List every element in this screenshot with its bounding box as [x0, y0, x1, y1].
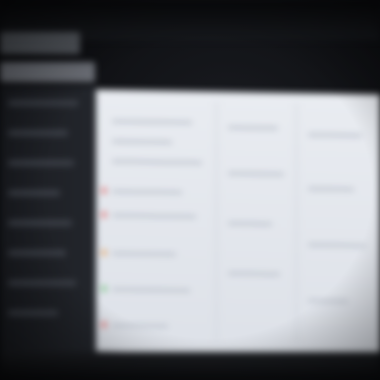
column-divider: [216, 101, 217, 342]
sidebar-item[interactable]: [8, 160, 74, 166]
toolbar[interactable]: [0, 62, 95, 82]
sidebar-item[interactable]: [8, 220, 72, 226]
content-column: [96, 100, 217, 342]
text-line: [228, 125, 278, 130]
text-line: [112, 119, 192, 125]
text-line: [308, 243, 366, 248]
sidebar-item[interactable]: [8, 280, 76, 286]
blurred-monitor-view: [0, 0, 380, 380]
text-line: [112, 323, 168, 328]
text-line: [112, 213, 196, 219]
text-line: [112, 251, 176, 256]
row-marker: [102, 187, 106, 194]
row-marker: [102, 321, 106, 328]
text-line: [112, 189, 182, 195]
content-column: [222, 102, 297, 344]
text-line: [308, 187, 354, 192]
text-line: [308, 299, 348, 303]
sidebar-item[interactable]: [8, 190, 60, 196]
window-title-bar: [0, 32, 80, 54]
sidebar-item[interactable]: [8, 130, 68, 136]
sidebar: [0, 86, 96, 366]
main-content-pane: [96, 89, 380, 357]
row-marker: [102, 249, 106, 256]
text-line: [112, 159, 202, 165]
text-line: [112, 287, 190, 293]
row-marker: [102, 211, 106, 218]
text-line: [112, 139, 172, 144]
text-line: [228, 171, 284, 176]
screenshot-stage: [0, 0, 380, 380]
text-line: [228, 271, 280, 276]
content-column: [302, 103, 374, 344]
column-divider: [296, 103, 297, 344]
row-marker: [102, 285, 106, 292]
sidebar-item[interactable]: [8, 100, 78, 106]
sidebar-item[interactable]: [8, 310, 58, 316]
monitor-bottom-bezel: [0, 352, 380, 380]
text-line: [228, 221, 272, 226]
text-line: [308, 133, 362, 138]
sidebar-item[interactable]: [8, 250, 66, 256]
